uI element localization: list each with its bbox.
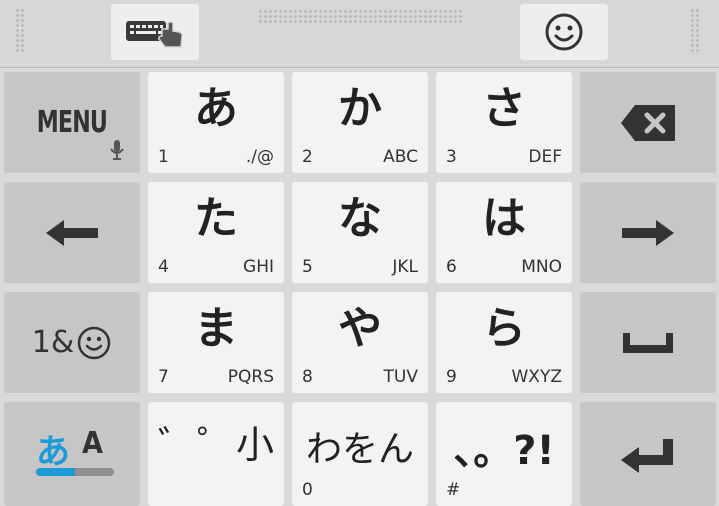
- kana-key-number: 2: [302, 147, 313, 167]
- arrow-right-icon: [622, 219, 674, 246]
- kana-key-a[interactable]: あ 1 ./@: [148, 72, 284, 173]
- kana-key-sa[interactable]: さ 3 DEF: [436, 72, 572, 173]
- smiley-icon: [77, 326, 111, 359]
- kana-key-number: 6: [446, 257, 457, 277]
- space-key[interactable]: [580, 292, 716, 393]
- dakuten-labels: ゛ ゜ 小: [158, 414, 274, 469]
- punctuation-label: 、。?!: [453, 428, 555, 474]
- arrow-left-icon-wrap: [4, 182, 140, 283]
- menu-label: MENU: [36, 105, 108, 140]
- kana-key-number: 4: [158, 257, 169, 277]
- kana-key-main: さ: [482, 83, 526, 134]
- kana-key-main: た: [194, 193, 238, 244]
- emoji-button[interactable]: [520, 4, 608, 60]
- punctuation-number: #: [446, 480, 461, 500]
- kana-key-alt: ABC: [383, 147, 418, 167]
- mode-indicator-bar: [36, 468, 114, 476]
- backspace-key[interactable]: [580, 72, 716, 173]
- mode-alpha-label: A: [82, 426, 103, 461]
- kana-key-ya[interactable]: や 8 TUV: [292, 292, 428, 393]
- arrow-left-icon: [46, 219, 98, 246]
- backspace-icon-wrap: [580, 72, 716, 173]
- space-icon-wrap: [580, 292, 716, 393]
- kana-key-alt: TUV: [383, 367, 418, 387]
- enter-key[interactable]: [580, 402, 716, 506]
- dakuten-key[interactable]: ゛ ゜ 小: [148, 402, 284, 506]
- enter-icon: [621, 439, 673, 473]
- kana-key-wa[interactable]: わをん 0: [292, 402, 428, 506]
- toolbar: [0, 0, 719, 68]
- kana-key-alt: GHI: [243, 257, 274, 277]
- kana-key-ta[interactable]: た 4 GHI: [148, 182, 284, 283]
- backspace-icon: [621, 104, 675, 141]
- kana-key-main: わをん: [305, 429, 414, 470]
- kana-key-number: 7: [158, 367, 169, 387]
- punctuation-key[interactable]: 、。?! #: [436, 402, 572, 506]
- input-mode-content: あ A: [4, 402, 140, 506]
- kana-key-alt: WXYZ: [511, 367, 563, 387]
- microphone-icon: [110, 140, 124, 160]
- symbols-key[interactable]: 1&: [4, 292, 140, 393]
- kana-key-ma[interactable]: ま 7 PQRS: [148, 292, 284, 393]
- kana-key-main: な: [338, 193, 382, 244]
- kana-key-number: 3: [446, 147, 457, 167]
- kana-key-main: あ: [194, 83, 238, 134]
- cursor-left-key[interactable]: [4, 182, 140, 283]
- symbols-label: 1&: [31, 325, 75, 360]
- kana-key-na[interactable]: な 5 JKL: [292, 182, 428, 283]
- arrow-right-icon-wrap: [580, 182, 716, 283]
- kana-key-ra[interactable]: ら 9 WXYZ: [436, 292, 572, 393]
- keyboard-hand-icon: [126, 21, 183, 48]
- kana-key-number: 8: [302, 367, 313, 387]
- kana-key-ha[interactable]: は 6 MNO: [436, 182, 572, 283]
- drag-handle-center[interactable]: [258, 9, 463, 23]
- kana-key-number: 5: [302, 257, 313, 277]
- keyboard-switch-button[interactable]: [111, 4, 199, 60]
- menu-key[interactable]: MENU: [4, 72, 140, 173]
- kana-key-alt: MNO: [521, 257, 562, 277]
- kana-key-main: ま: [194, 303, 238, 354]
- kana-key-alt: DEF: [528, 147, 562, 167]
- input-mode-key[interactable]: あ A: [4, 402, 140, 506]
- kana-key-main: や: [338, 303, 382, 354]
- kana-key-main: か: [338, 83, 382, 134]
- drag-handle-left[interactable]: [15, 8, 25, 52]
- space-icon: [623, 332, 673, 353]
- symbols-key-content: 1&: [4, 292, 140, 393]
- smiley-icon: [545, 13, 583, 51]
- kana-key-main: ら: [482, 303, 526, 354]
- small-kana-label: 小: [235, 423, 274, 467]
- drag-handle-right[interactable]: [690, 8, 700, 52]
- symbols-key-content-inner: 1&: [32, 325, 112, 361]
- kana-key-number: 0: [302, 480, 313, 500]
- enter-icon-wrap: [580, 402, 716, 506]
- dakuten-label: ゛: [158, 423, 197, 467]
- kana-key-ka[interactable]: か 2 ABC: [292, 72, 428, 173]
- mode-kana-label: あ: [36, 432, 70, 472]
- cursor-right-key[interactable]: [580, 182, 716, 283]
- kana-key-main: は: [482, 193, 526, 244]
- mode-indicator-fill: [36, 468, 75, 476]
- kana-key-alt: JKL: [392, 257, 418, 277]
- kana-key-number: 9: [446, 367, 457, 387]
- handakuten-label: ゜: [196, 423, 235, 467]
- kana-key-number: 1: [158, 147, 169, 167]
- kana-key-alt: ./@: [245, 147, 274, 167]
- kana-key-alt: PQRS: [227, 367, 274, 387]
